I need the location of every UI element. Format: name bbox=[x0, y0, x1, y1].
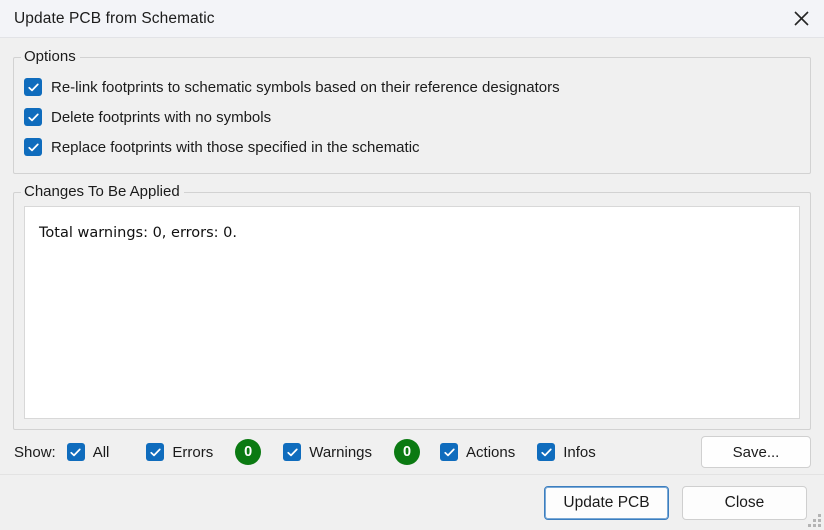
filter-errors[interactable]: Errors bbox=[146, 443, 213, 461]
checkbox-checked-icon[interactable] bbox=[24, 138, 42, 156]
close-button[interactable] bbox=[778, 0, 824, 37]
option-label: Replace footprints with those specified … bbox=[51, 138, 420, 156]
option-replace-footprints[interactable]: Replace footprints with those specified … bbox=[24, 132, 800, 162]
close-icon bbox=[793, 10, 810, 27]
update-pcb-dialog: Update PCB from Schematic Options Re-lin… bbox=[0, 0, 824, 530]
filter-label: All bbox=[92, 443, 110, 461]
show-label: Show: bbox=[14, 443, 56, 461]
warnings-count-badge: 0 bbox=[394, 439, 421, 465]
title-bar: Update PCB from Schematic bbox=[0, 0, 824, 38]
log-line: Total warnings: 0, errors: 0. bbox=[39, 225, 238, 241]
checkbox-checked-icon[interactable] bbox=[146, 443, 165, 461]
filter-infos[interactable]: Infos bbox=[537, 443, 596, 461]
resize-grip-icon[interactable] bbox=[808, 514, 821, 527]
option-delete-footprints[interactable]: Delete footprints with no symbols bbox=[24, 102, 800, 132]
errors-count-badge: 0 bbox=[235, 439, 262, 465]
filter-label: Warnings bbox=[309, 443, 373, 461]
option-label: Delete footprints with no symbols bbox=[51, 108, 272, 126]
filter-label: Actions bbox=[466, 443, 516, 461]
option-relink-footprints[interactable]: Re-link footprints to schematic symbols … bbox=[24, 72, 800, 102]
changes-group: Changes To Be Applied Total warnings: 0,… bbox=[13, 183, 811, 430]
changes-group-title: Changes To Be Applied bbox=[21, 183, 184, 200]
filter-warnings[interactable]: Warnings bbox=[283, 443, 372, 461]
dialog-body: Options Re-link footprints to schematic … bbox=[0, 38, 824, 474]
options-group-title: Options bbox=[21, 48, 80, 65]
show-filter-row: Show: All Errors 0 Warnings 0 Actions In… bbox=[13, 430, 811, 474]
dialog-footer: Update PCB Close bbox=[0, 474, 824, 530]
save-button[interactable]: Save... bbox=[701, 436, 811, 468]
changes-log-panel[interactable]: Total warnings: 0, errors: 0. bbox=[24, 206, 800, 419]
checkbox-checked-icon[interactable] bbox=[537, 443, 556, 461]
window-title: Update PCB from Schematic bbox=[14, 9, 215, 27]
option-label: Re-link footprints to schematic symbols … bbox=[51, 78, 560, 96]
checkbox-checked-icon[interactable] bbox=[24, 78, 42, 96]
update-pcb-button[interactable]: Update PCB bbox=[544, 485, 669, 520]
checkbox-checked-icon[interactable] bbox=[24, 108, 42, 126]
checkbox-checked-icon[interactable] bbox=[66, 443, 85, 461]
checkbox-checked-icon[interactable] bbox=[283, 443, 302, 461]
filter-actions[interactable]: Actions bbox=[440, 443, 515, 461]
filter-label: Errors bbox=[172, 443, 214, 461]
options-group: Options Re-link footprints to schematic … bbox=[13, 48, 811, 174]
filter-label: Infos bbox=[563, 443, 596, 461]
close-dialog-button[interactable]: Close bbox=[682, 485, 807, 520]
filter-all[interactable]: All bbox=[66, 443, 110, 461]
checkbox-checked-icon[interactable] bbox=[440, 443, 459, 461]
